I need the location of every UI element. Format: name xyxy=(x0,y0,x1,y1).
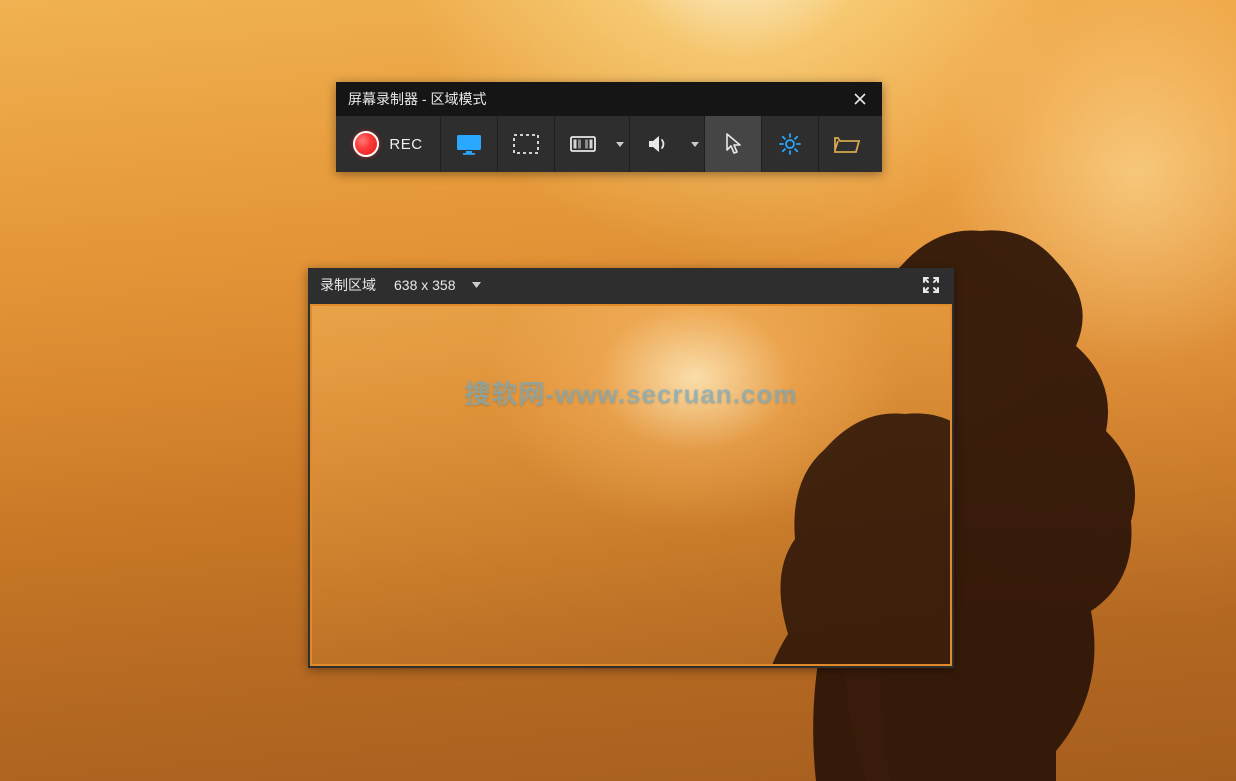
region-titlebar[interactable]: 录制区域 638 x 358 xyxy=(308,268,954,302)
chevron-down-icon xyxy=(616,142,624,147)
region-size-value: 638 x 358 xyxy=(394,277,456,293)
region-background-figure xyxy=(510,314,952,666)
audio-button[interactable] xyxy=(630,116,686,172)
toolbar-titlebar[interactable]: 屏幕录制器 - 区域模式 xyxy=(336,82,882,116)
camera-source-icon xyxy=(569,133,597,155)
monitor-mode-button[interactable] xyxy=(441,116,498,172)
record-button[interactable]: REC xyxy=(336,116,441,172)
settings-icon xyxy=(777,131,803,157)
toolbar-row: REC xyxy=(336,116,882,172)
close-button[interactable] xyxy=(838,82,882,116)
folder-icon xyxy=(833,133,861,155)
region-select-icon xyxy=(512,133,540,155)
fullscreen-icon xyxy=(922,276,940,294)
audio-icon xyxy=(646,133,670,155)
camera-source-button[interactable] xyxy=(555,116,611,172)
fullscreen-button[interactable] xyxy=(918,272,944,298)
region-label: 录制区域 xyxy=(320,275,376,295)
audio-dropdown[interactable] xyxy=(686,116,705,172)
recording-region-window: 录制区域 638 x 358 搜软网-www.sec xyxy=(308,268,954,668)
region-capture-area: 搜软网-www.secruan.com xyxy=(310,304,952,666)
record-icon xyxy=(353,131,379,157)
cursor-icon xyxy=(723,132,743,156)
settings-button[interactable] xyxy=(762,116,819,172)
folder-button[interactable] xyxy=(819,116,875,172)
monitor-icon xyxy=(455,132,483,156)
region-mode-button[interactable] xyxy=(498,116,555,172)
toolbar-title-text: 屏幕录制器 - 区域模式 xyxy=(348,89,486,109)
close-icon xyxy=(853,92,867,106)
region-frame[interactable]: 搜软网-www.secruan.com xyxy=(308,302,954,668)
record-label: REC xyxy=(389,136,422,153)
chevron-down-icon xyxy=(691,142,699,147)
camera-source-dropdown[interactable] xyxy=(611,116,630,172)
chevron-down-icon xyxy=(472,282,481,288)
region-size-dropdown[interactable]: 638 x 358 xyxy=(394,277,481,293)
recorder-toolbar-window: 屏幕录制器 - 区域模式 REC xyxy=(336,82,882,172)
cursor-button[interactable] xyxy=(705,116,762,172)
